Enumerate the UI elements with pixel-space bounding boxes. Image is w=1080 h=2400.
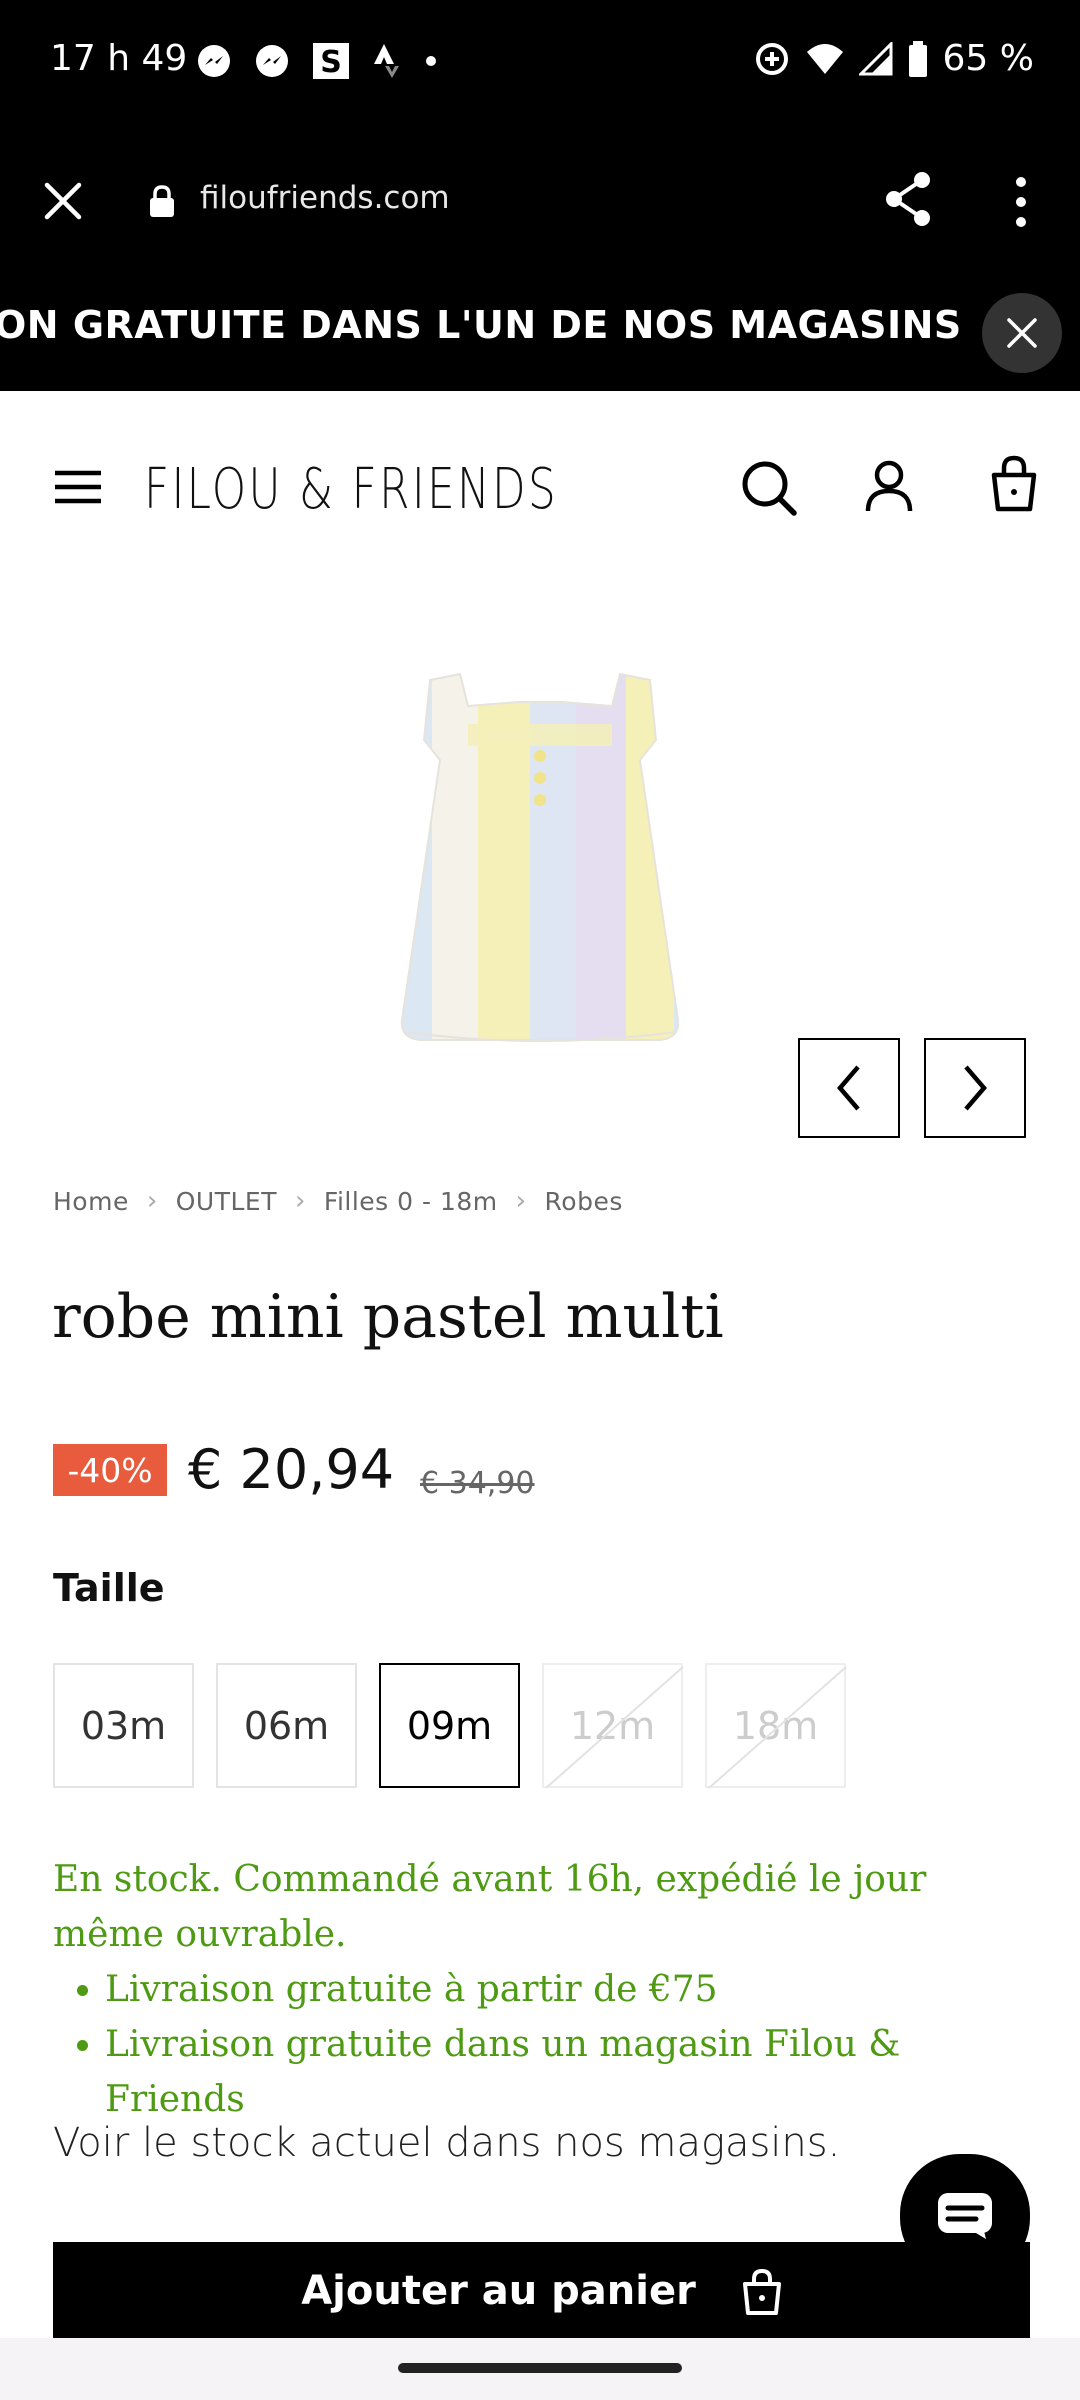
wifi-icon <box>806 43 843 74</box>
perk-free-shipping: Livraison gratuite à partir de €75 <box>105 1962 1043 2017</box>
size-option-12m[interactable]: 12m <box>542 1663 684 1789</box>
messenger-icon-2 <box>256 45 288 77</box>
image-prev-button[interactable] <box>798 1038 900 1138</box>
announcement-text: ON GRATUITE DANS L'UN DE NOS MAGASINS <box>0 303 962 347</box>
breadcrumb-separator-icon: › <box>146 1186 158 1216</box>
original-price: € 34,90 <box>420 1466 535 1501</box>
breadcrumb-filles[interactable]: Filles 0 - 18m <box>324 1187 498 1216</box>
breadcrumb-home[interactable]: Home <box>53 1187 129 1216</box>
chat-icon <box>938 2193 992 2239</box>
strava-icon <box>374 44 399 78</box>
chat-button[interactable] <box>900 2154 1030 2278</box>
size-option-18m[interactable]: 18m <box>705 1663 847 1789</box>
discount-badge: -40% <box>53 1444 167 1496</box>
messenger-icon <box>198 45 230 77</box>
announcement-bar: ON GRATUITE DANS L'UN DE NOS MAGASINS <box>0 275 1080 391</box>
close-tab-icon[interactable] <box>42 180 84 222</box>
chevron-right-icon <box>964 1065 987 1111</box>
size-label: Taille <box>53 1566 165 1610</box>
breadcrumb-separator-icon: › <box>515 1186 527 1216</box>
store-stock-link[interactable]: Voir le stock actuel dans nos magasins. <box>53 2120 840 2166</box>
size-selector: 03m 06m 09m 12m 18m <box>53 1663 847 1789</box>
notification-icons: S <box>196 42 438 80</box>
close-icon <box>1007 318 1037 348</box>
breadcrumb-outlet[interactable]: OUTLET <box>176 1187 277 1216</box>
size-option-label: 03m <box>80 1703 167 1748</box>
stock-status: En stock. Commandé avant 16h, expédié le… <box>53 1859 927 1955</box>
more-notifications-icon <box>426 56 436 66</box>
breadcrumb-robes[interactable]: Robes <box>545 1187 623 1216</box>
size-option-06m[interactable]: 06m <box>216 1663 357 1788</box>
cart-bag-icon[interactable] <box>990 455 1038 513</box>
share-icon[interactable] <box>882 170 934 228</box>
breadcrumb: Home › OUTLET › Filles 0 - 18m › Robes <box>53 1186 623 1216</box>
status-right: 65 % <box>753 38 1034 79</box>
signal-icon <box>858 41 893 75</box>
data-saver-icon <box>755 42 788 75</box>
size-option-label: 06m <box>243 1703 330 1748</box>
status-bar: 17 h 49 S 65 % <box>0 0 1080 130</box>
url-field[interactable]: filoufriends.com <box>200 180 450 216</box>
svg-text:S: S <box>320 45 342 80</box>
overflow-menu-icon[interactable] <box>1012 176 1030 228</box>
unavailable-strike-icon <box>545 1666 684 1789</box>
stock-info: En stock. Commandé avant 16h, expédié le… <box>53 1852 1043 2127</box>
announcement-close-button[interactable] <box>982 293 1062 373</box>
site-logo[interactable]: FILOU & FRIENDS <box>144 457 558 522</box>
size-option-label: 09m <box>406 1703 493 1748</box>
size-option-03m[interactable]: 03m <box>53 1663 194 1788</box>
product-title: robe mini pastel multi <box>52 1282 724 1352</box>
perk-store-delivery: Livraison gratuite dans un magasin Filou… <box>105 2017 1043 2127</box>
site-header: FILOU & FRIENDS <box>0 391 1080 581</box>
status-time: 17 h 49 <box>50 38 188 79</box>
image-next-button[interactable] <box>924 1038 1026 1138</box>
breadcrumb-separator-icon: › <box>294 1186 306 1216</box>
battery-icon <box>908 40 927 77</box>
cart-bag-icon <box>742 2268 781 2315</box>
perks-list: Livraison gratuite à partir de €75 Livra… <box>53 1962 1043 2127</box>
lock-icon[interactable] <box>148 184 176 218</box>
product-image[interactable] <box>340 660 740 1070</box>
unavailable-strike-icon <box>708 1666 847 1789</box>
size-option-09m[interactable]: 09m <box>379 1663 520 1788</box>
hamburger-menu-icon[interactable] <box>53 469 103 505</box>
s-app-icon: S <box>313 43 349 80</box>
chevron-left-icon <box>837 1065 860 1111</box>
account-icon[interactable] <box>864 459 914 513</box>
home-gesture-handle[interactable] <box>398 2363 682 2373</box>
search-icon[interactable] <box>740 459 798 517</box>
sale-price: € 20,94 <box>188 1438 395 1501</box>
battery-level: 65 % <box>942 38 1034 79</box>
browser-toolbar: filoufriends.com <box>0 130 1080 275</box>
